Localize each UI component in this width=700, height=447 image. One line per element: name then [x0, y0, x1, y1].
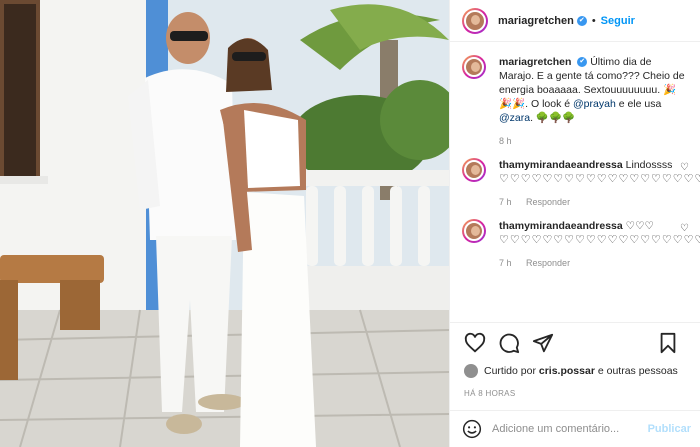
follow-button[interactable]: Seguir: [601, 15, 635, 27]
comment-time[interactable]: 7 h: [499, 197, 512, 207]
liker-avatar: [464, 364, 478, 378]
reply-button[interactable]: Responder: [526, 197, 570, 207]
mention-link[interactable]: @prayah: [573, 98, 616, 110]
post-sidebar: mariagretchen ✔ • Seguir mariagretchen ✔…: [449, 0, 700, 447]
comment-meta: 7 h Responder: [499, 256, 687, 270]
caption-meta: 8 h: [499, 134, 687, 148]
publish-button[interactable]: Publicar: [648, 423, 691, 435]
like-comment-heart-icon[interactable]: ♡: [680, 223, 689, 234]
comment-hearts: ♡♡♡♡♡♡♡♡♡♡♡♡♡♡♡♡♡♡♡♡♡♡♡♡: [499, 234, 700, 246]
comment-input[interactable]: [492, 423, 642, 435]
comment-username[interactable]: thamymirandaeandressa: [499, 220, 623, 232]
comment-text: Lindossss: [625, 159, 673, 171]
caption-text-middle: e ele usa: [618, 98, 662, 110]
action-bar: [450, 322, 700, 362]
post-timestamp[interactable]: HÁ 8 HORAS: [464, 389, 515, 398]
liker-username[interactable]: cris.possar: [539, 365, 595, 377]
comment-item: thamymirandaeandressa Lindossss ♡♡♡♡♡♡♡♡…: [462, 158, 700, 209]
likes-summary: Curtido por cris.possar e outras pessoas: [464, 364, 678, 378]
comments-list[interactable]: mariagretchen ✔ Último dia de Marajo. E …: [450, 43, 700, 318]
emoji-icon[interactable]: [462, 419, 482, 439]
mention-link[interactable]: @zara: [499, 112, 530, 124]
caption-avatar[interactable]: [462, 55, 486, 79]
likes-prefix: Curtido por: [484, 365, 536, 377]
like-comment-heart-icon[interactable]: ♡: [680, 162, 689, 173]
commenter-avatar[interactable]: [462, 158, 486, 182]
comment-meta: 7 h Responder: [499, 195, 687, 209]
comment-text: ♡♡♡: [625, 220, 654, 232]
caption-username[interactable]: mariagretchen: [499, 56, 571, 68]
commenter-avatar[interactable]: [462, 219, 486, 243]
post-header: mariagretchen ✔ • Seguir: [450, 0, 700, 42]
verified-badge-icon: ✔: [576, 15, 587, 26]
reply-button[interactable]: Responder: [526, 258, 570, 268]
verified-badge-icon: ✔: [577, 57, 588, 68]
caption: mariagretchen ✔ Último dia de Marajo. E …: [462, 55, 689, 148]
comment-item: thamymirandaeandressa ♡♡♡ ♡♡♡♡♡♡♡♡♡♡♡♡♡♡…: [462, 219, 700, 270]
author-avatar[interactable]: [462, 7, 488, 34]
share-icon[interactable]: [532, 332, 554, 354]
comment-username[interactable]: thamymirandaeandressa: [499, 159, 623, 171]
caption-time[interactable]: 8 h: [499, 136, 512, 146]
caption-text-end: . 🌳🌳🌳: [530, 112, 576, 124]
likes-suffix[interactable]: e outras pessoas: [598, 365, 678, 377]
comment-icon[interactable]: [498, 332, 520, 354]
comment-hearts: ♡♡♡♡♡♡♡♡♡♡♡♡♡♡♡♡♡♡♡♡♡♡: [499, 173, 700, 185]
bookmark-icon[interactable]: [657, 332, 679, 354]
add-comment-bar: Publicar: [450, 410, 700, 447]
separator-dot: •: [591, 14, 596, 27]
author-username[interactable]: mariagretchen: [498, 15, 574, 27]
post-image: [0, 0, 449, 447]
post-photo[interactable]: [0, 0, 449, 447]
comment-time[interactable]: 7 h: [499, 258, 512, 268]
heart-icon[interactable]: [464, 332, 486, 354]
